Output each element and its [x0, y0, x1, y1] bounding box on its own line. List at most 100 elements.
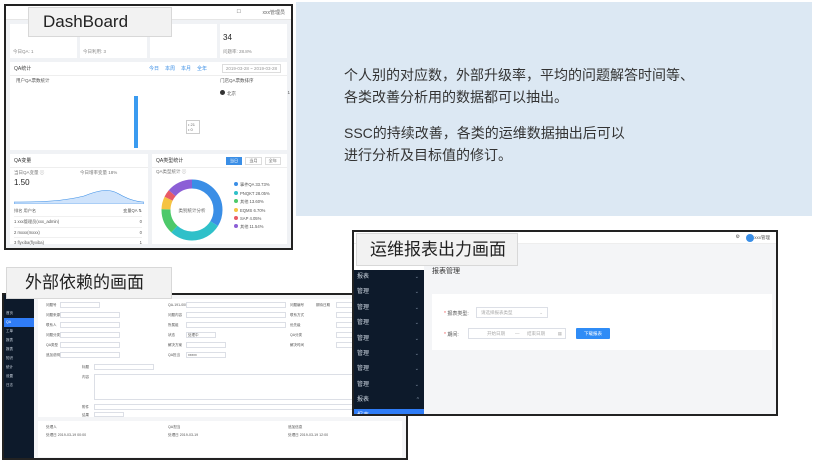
- chevron-down-icon: ⌄: [414, 289, 419, 296]
- sidebar-item[interactable]: 管理 ⌄: [354, 285, 424, 300]
- sidebar-item[interactable]: 报表 ^: [354, 393, 424, 408]
- date-start-placeholder: 开始日期: [487, 331, 505, 336]
- field-input[interactable]: [186, 302, 286, 308]
- table-header-cell[interactable]: 变量QA ⇅: [123, 208, 142, 214]
- gear-icon[interactable]: ⚙: [736, 234, 740, 240]
- sidebar-item[interactable]: 管理 ⌄: [354, 362, 424, 377]
- field-input[interactable]: [186, 312, 286, 318]
- tab-year[interactable]: 全年: [197, 65, 207, 72]
- tooltip-line: • 0: [188, 127, 193, 132]
- date-separator: —: [515, 331, 520, 336]
- sidebar-item[interactable]: 管理 ⌄: [354, 301, 424, 316]
- chart-bar[interactable]: [134, 96, 138, 148]
- tab-month[interactable]: 本月: [181, 65, 191, 72]
- sidebar-item[interactable]: 管理 ⌄: [354, 332, 424, 347]
- sidebar-item[interactable]: 报表: [4, 336, 34, 345]
- sidebar-item-label: 管理: [357, 335, 370, 342]
- field-input[interactable]: [186, 322, 286, 328]
- bell-icon[interactable]: ☐: [237, 9, 241, 15]
- tab-today[interactable]: 今日: [149, 65, 159, 72]
- sidebar-item[interactable]: 管理 ⌄: [354, 378, 424, 393]
- sidebar-item[interactable]: 统计: [4, 363, 34, 372]
- history-label: 处理人: [46, 425, 57, 429]
- legend-swatch: [234, 208, 238, 212]
- legend-item[interactable]: EQMS 6.70%: [234, 208, 270, 213]
- field-input[interactable]: [186, 342, 226, 348]
- report-type-label: * 报表类型:: [444, 310, 469, 317]
- table-row[interactable]: 3 flyxiba(flyxiba) 1: [14, 238, 142, 248]
- legend-item[interactable]: 其他 13.60%: [234, 199, 270, 205]
- chart-subtitle: 用户QA票数统计: [16, 78, 50, 83]
- legend-swatch: [234, 216, 238, 220]
- field-label: 问题编号: [290, 303, 304, 307]
- sidebar-item[interactable]: 设置: [4, 372, 34, 381]
- avatar[interactable]: [746, 234, 754, 242]
- report-type-select[interactable]: 请选择报表类型 ⌄: [476, 307, 548, 318]
- legend-item[interactable]: SAP 4.05%: [234, 216, 270, 221]
- sidebar-item[interactable]: 首页: [4, 309, 34, 318]
- select-placeholder: 请选择报表类型: [481, 310, 513, 315]
- field-label: 期待日期: [316, 303, 330, 307]
- rank-item-value: 1: [287, 90, 290, 95]
- field-input[interactable]: [60, 352, 120, 358]
- legend-item[interactable]: PNQKT 28.05%: [234, 191, 270, 196]
- report-main: 报表管理 * 报表类型: 请选择报表类型 ⌄ * 期间: 开始日期 — 结束日期…: [424, 244, 776, 414]
- sidebar-item[interactable]: 管理 ⌄: [354, 347, 424, 362]
- sidebar-item-label: 管理: [357, 289, 370, 296]
- chevron-down-icon: ⌄: [414, 366, 419, 373]
- legend-item[interactable]: 其他 11.54%: [234, 224, 270, 230]
- chevron-down-icon: ⌄: [414, 335, 419, 342]
- field-input[interactable]: [60, 342, 120, 348]
- tab-year[interactable]: 全年: [264, 157, 281, 165]
- tab-day[interactable]: 当日: [225, 157, 243, 165]
- detail-label: 内容: [82, 375, 89, 379]
- date-end-placeholder: 结束日期: [527, 331, 545, 336]
- field-label: 问题内容: [168, 313, 182, 317]
- tab-week[interactable]: 本周: [165, 65, 175, 72]
- user-name[interactable]: xxx管理: [754, 235, 770, 241]
- field-input[interactable]: [60, 332, 120, 338]
- field-input[interactable]: [60, 302, 100, 308]
- field-input[interactable]: [60, 322, 120, 328]
- sidebar-item-active[interactable]: 报表: [354, 408, 424, 416]
- sidebar-item[interactable]: 报表 ⌄: [354, 270, 424, 285]
- field-label: 问题号: [46, 303, 57, 307]
- date-range-label-text: 期间:: [447, 332, 459, 338]
- chevron-down-icon: ⌄: [539, 310, 543, 315]
- sidebar-item[interactable]: 日志: [4, 381, 34, 390]
- field-label: 所属组: [168, 323, 179, 327]
- field-value: 处理中: [188, 333, 199, 337]
- date-range-picker[interactable]: 开始日期 — 结束日期 ▦: [468, 328, 566, 339]
- date-range-picker[interactable]: 2019-03-28 ~ 2019-03-28: [221, 64, 281, 73]
- card-tabs: 当日 当月 全年: [225, 157, 281, 165]
- sidebar-item[interactable]: 管理 ⌄: [354, 316, 424, 331]
- sidebar-item-label: 报表: [357, 412, 370, 416]
- user-name[interactable]: xxx管理员: [262, 9, 285, 16]
- tab-month[interactable]: 当月: [245, 157, 262, 165]
- stat-foot: 今日利用: 3: [83, 49, 107, 54]
- slide: ☐ xxx管理员 今日QA: 1 今日利用: 3 34 问题率: 28.8% Q…: [0, 0, 815, 463]
- field-label: 问题来源: [46, 313, 60, 317]
- field-label: 优先级: [290, 323, 301, 327]
- kv-label: 当日QA变量 ⓘ: [14, 170, 45, 175]
- table-row[interactable]: 1 xxx管理员(xxx_admin) 0: [14, 217, 142, 228]
- sidebar-item-label: 报表: [357, 397, 370, 404]
- sidebar-item[interactable]: 知识: [4, 354, 34, 363]
- sidebar-item[interactable]: 工单: [4, 327, 34, 336]
- history-value: 处理日 2019-03-19: [168, 433, 199, 437]
- trend-area-chart: [14, 190, 144, 204]
- dashboard-lower-row: QA变量 当日QA变量 ⓘ 今日增率变量 18% 1.50 排名 用户名 变量Q…: [6, 150, 291, 248]
- qa-type-donut-chart: 类别统计分析: [161, 179, 223, 241]
- field-input[interactable]: [60, 312, 120, 318]
- field-label: QA担当: [168, 353, 181, 357]
- attachment-input[interactable]: [94, 404, 354, 410]
- title-input[interactable]: [94, 364, 154, 370]
- sidebar-item-label: 管理: [357, 304, 370, 311]
- legend-item[interactable]: 事件QA 33.73%: [234, 182, 270, 188]
- content-textarea[interactable]: [94, 374, 354, 400]
- table-row[interactable]: 2 mxxx(mxxx) 0: [14, 228, 142, 238]
- download-report-button[interactable]: 下载报表: [576, 328, 610, 339]
- sidebar-item[interactable]: 报表: [4, 345, 34, 354]
- sidebar-item-active[interactable]: QA: [4, 318, 34, 327]
- result-input[interactable]: [94, 412, 124, 417]
